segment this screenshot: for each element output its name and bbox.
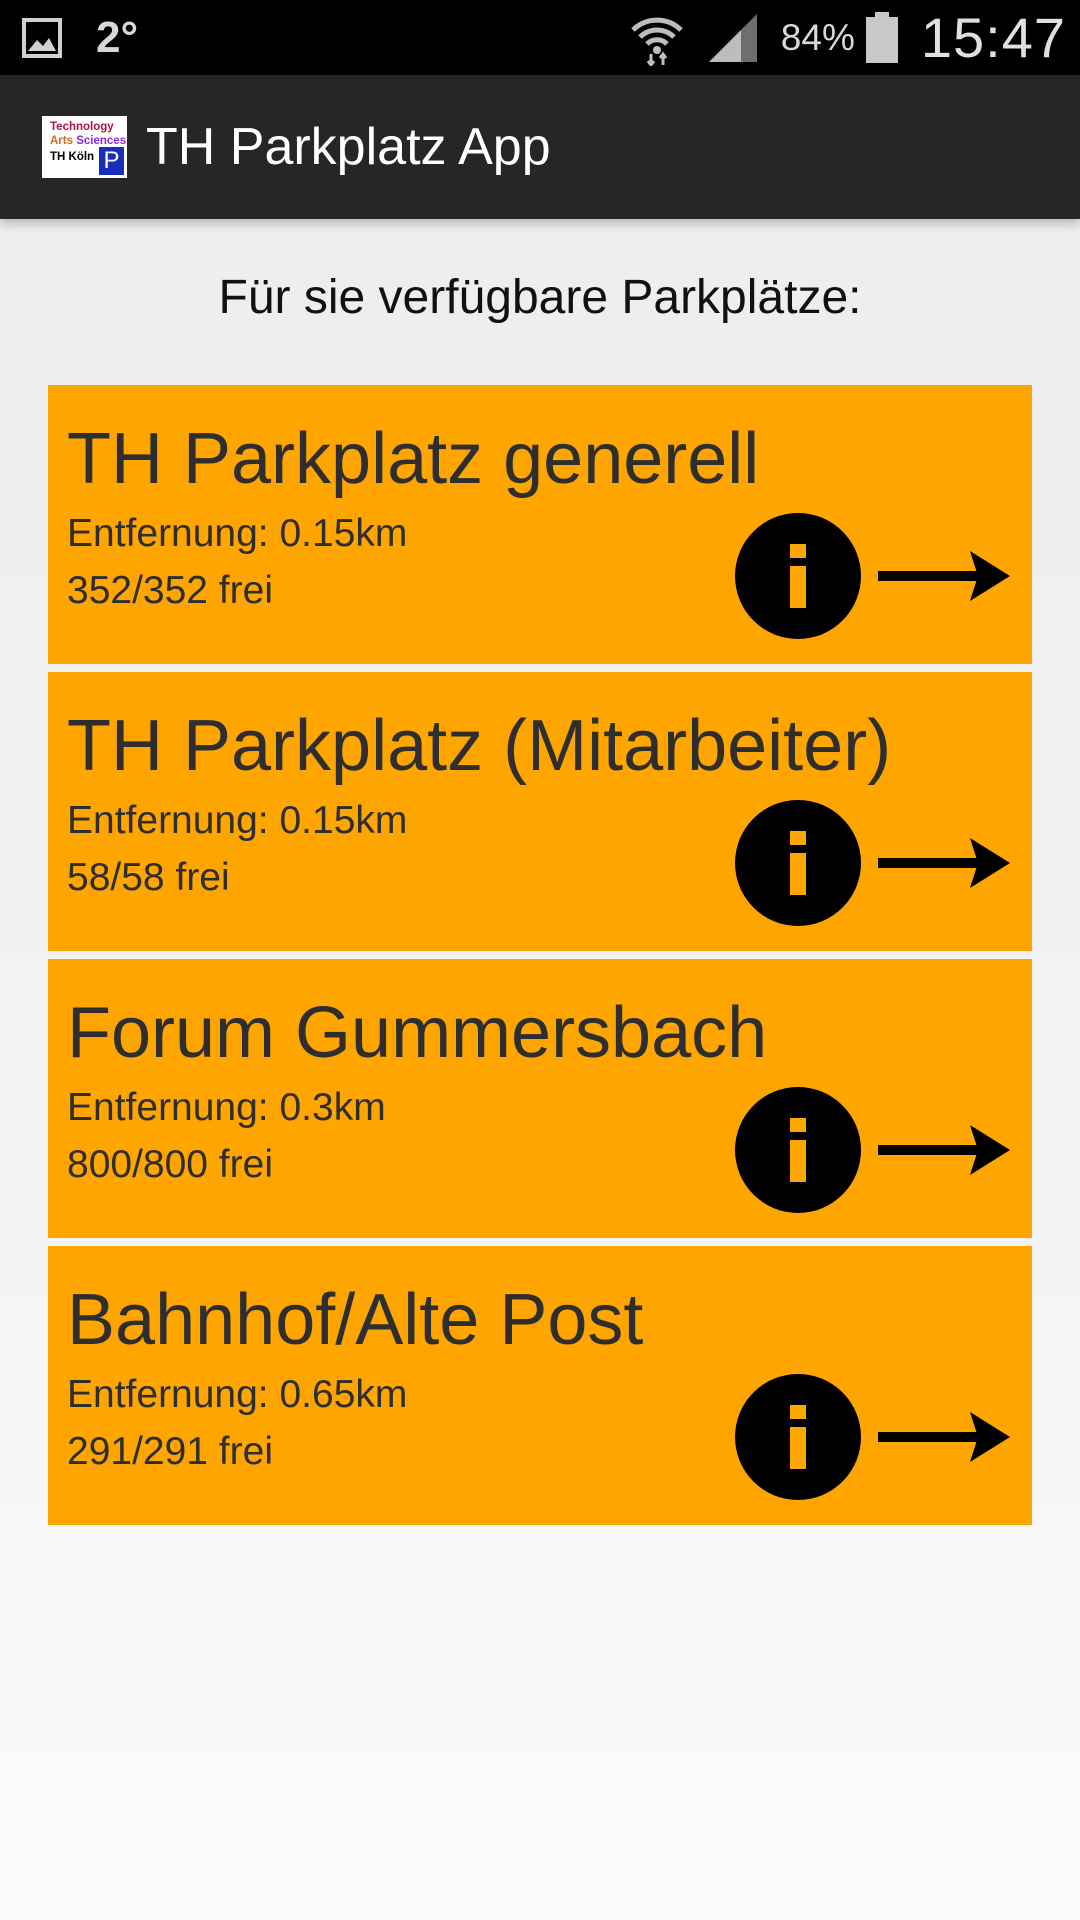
parking-badge-icon: P	[99, 147, 124, 175]
parking-name: TH Parkplatz (Mitarbeiter)	[67, 706, 892, 786]
parking-card[interactable]: Forum Gummersbach Entfernung: 0.3km 800/…	[48, 959, 1032, 1238]
parking-distance: Entfernung: 0.15km	[67, 512, 408, 555]
battery-percent: 84%	[780, 16, 855, 58]
parking-availability: 800/800 frei	[67, 1143, 273, 1186]
parking-availability: 58/58 frei	[67, 856, 230, 899]
parking-name: TH Parkplatz generell	[67, 419, 760, 499]
info-icon[interactable]	[735, 800, 861, 926]
app-title: TH Parkplatz App	[146, 118, 551, 176]
arrow-right-icon[interactable]	[878, 1121, 1010, 1179]
parking-distance: Entfernung: 0.3km	[67, 1086, 386, 1129]
parking-availability: 291/291 frei	[67, 1430, 273, 1473]
signal-icon	[708, 13, 757, 62]
gallery-icon	[22, 17, 62, 58]
parking-distance: Entfernung: 0.65km	[67, 1373, 408, 1416]
parking-name: Bahnhof/Alte Post	[67, 1280, 644, 1360]
arrow-right-icon[interactable]	[878, 1408, 1010, 1466]
app-logo: Technology Arts Sciences TH Köln P	[42, 116, 127, 178]
parking-availability: 352/352 frei	[67, 569, 273, 612]
parking-card[interactable]: TH Parkplatz generell Entfernung: 0.15km…	[48, 385, 1032, 664]
status-bar: 2° 84% 15:47	[0, 0, 1080, 75]
parking-card[interactable]: TH Parkplatz (Mitarbeiter) Entfernung: 0…	[48, 672, 1032, 951]
arrow-right-icon[interactable]	[878, 834, 1010, 892]
info-icon[interactable]	[735, 1087, 861, 1213]
logo-text-arts: Arts	[50, 135, 74, 147]
temperature: 2°	[96, 12, 139, 62]
wifi-icon	[631, 17, 683, 66]
info-icon[interactable]	[735, 1374, 861, 1500]
logo-text-sciences: Sciences	[76, 135, 127, 147]
parking-distance: Entfernung: 0.15km	[67, 799, 408, 842]
action-bar: Technology Arts Sciences TH Köln P TH Pa…	[0, 75, 1080, 219]
logo-text-line1: Technology	[50, 121, 114, 133]
info-icon[interactable]	[735, 513, 861, 639]
parking-name: Forum Gummersbach	[67, 993, 768, 1073]
page-heading: Für sie verfügbare Parkplätze:	[218, 271, 862, 324]
arrow-right-icon[interactable]	[878, 547, 1010, 605]
battery-icon	[865, 11, 898, 63]
clock: 15:47	[920, 6, 1066, 69]
parking-card[interactable]: Bahnhof/Alte Post Entfernung: 0.65km 291…	[48, 1246, 1032, 1525]
logo-text-line3: TH Köln	[50, 151, 95, 163]
